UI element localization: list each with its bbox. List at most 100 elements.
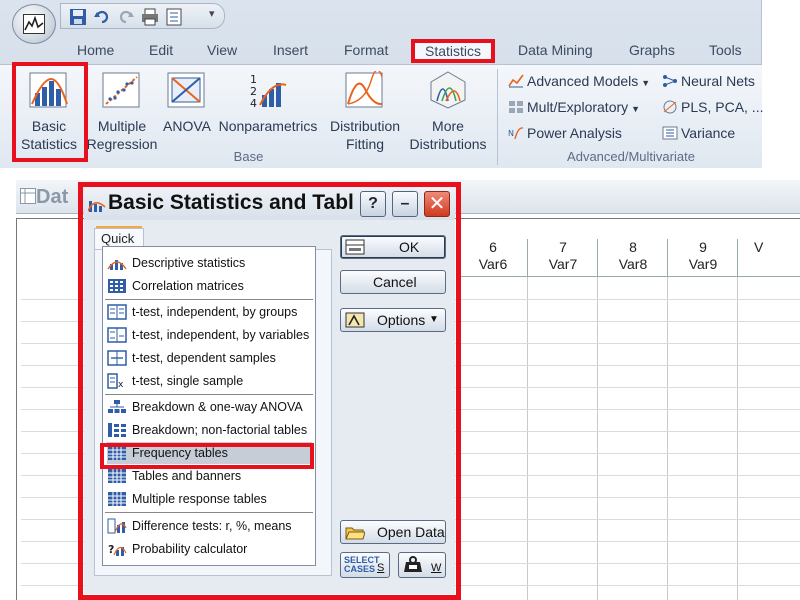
select-cases-line-2: CASES — [344, 564, 376, 574]
list-item-probability-calculator[interactable]: ? Probability calculator — [107, 538, 312, 560]
column-header[interactable]: V — [737, 239, 800, 277]
column-number: 6 — [489, 239, 497, 255]
list-item-label: Difference tests: r, %, means — [132, 519, 292, 533]
dialog-app-icon — [88, 201, 106, 212]
options-icon — [345, 312, 365, 328]
difference-tests-icon — [107, 518, 127, 534]
dialog-title-bar[interactable]: Basic Statistics and Tabl ? – ✕ — [84, 188, 455, 220]
svg-text:N: N — [508, 129, 514, 138]
basic-statistics-dialog: Basic Statistics and Tabl ? – ✕ Quick De… — [84, 188, 455, 594]
options-label: Options — [377, 312, 426, 328]
list-item-ttest-dependent[interactable]: t-test, dependent samples — [107, 347, 312, 369]
tab-data-mining[interactable]: Data Mining — [518, 42, 593, 58]
column-header[interactable]: 9 Var9 — [667, 239, 738, 277]
power-analysis-label: Power Analysis — [527, 125, 622, 141]
power-analysis-button[interactable]: N Power Analysis — [508, 125, 622, 141]
list-item-correlation-matrices[interactable]: Correlation matrices — [107, 275, 312, 297]
correlation-matrices-icon — [108, 279, 126, 293]
list-item-label: t-test, dependent samples — [132, 351, 276, 365]
nonparametrics-button[interactable]: 1 2 4 Nonparametrics — [214, 71, 322, 135]
breakdown-anova-icon — [108, 400, 126, 413]
tab-insert[interactable]: Insert — [273, 42, 308, 58]
list-item-breakdown-anova[interactable]: Breakdown & one-way ANOVA — [107, 396, 312, 418]
descriptive-statistics-icon — [107, 260, 127, 270]
open-data-button[interactable]: Open Data — [340, 520, 446, 544]
pls-pca-button[interactable]: PLS, PCA, ... — [662, 99, 763, 115]
svg-text:?: ? — [108, 543, 114, 556]
mult-exploratory-button[interactable]: Mult/Exploratory ▼ — [508, 99, 640, 115]
help-button[interactable]: ? — [360, 191, 386, 217]
list-item-ttest-variables[interactable]: t-test, independent, by variables — [107, 324, 312, 346]
tab-view[interactable]: View — [207, 42, 237, 58]
tab-statistics[interactable]: Statistics — [411, 39, 495, 63]
print-icon[interactable] — [141, 8, 159, 26]
spreadsheet-title: Dat — [20, 186, 68, 209]
anova-button[interactable]: ANOVA — [162, 71, 212, 135]
save-icon[interactable] — [69, 8, 87, 26]
column-name: Var8 — [618, 256, 648, 272]
help-icon: ? — [368, 195, 378, 212]
redo-icon[interactable] — [117, 8, 135, 26]
ok-label: OK — [399, 239, 420, 255]
column-number: 8 — [629, 239, 637, 255]
power-analysis-icon: N — [508, 127, 524, 140]
variance-label: Variance — [681, 125, 736, 141]
minimize-button[interactable]: – — [392, 191, 418, 217]
qat-customize-icon[interactable]: ▾ — [209, 7, 215, 20]
pls-pca-icon — [663, 100, 677, 114]
more-distributions-button[interactable]: More Distributions — [404, 71, 492, 153]
ttest-groups-icon — [107, 304, 127, 320]
undo-icon[interactable] — [93, 8, 111, 26]
cancel-button[interactable]: Cancel — [340, 270, 446, 294]
tab-graphs[interactable]: Graphs — [629, 42, 675, 58]
list-item-difference-tests[interactable]: Difference tests: r, %, means — [107, 515, 312, 537]
list-item-ttest-groups[interactable]: t-test, independent, by groups — [107, 301, 312, 323]
properties-icon[interactable] — [165, 8, 183, 26]
ok-button[interactable]: OK — [340, 235, 446, 259]
mult-exploratory-label: Mult/Exploratory — [527, 99, 629, 115]
variance-button[interactable]: Variance — [662, 125, 735, 141]
select-cases-key: S — [377, 562, 385, 574]
neural-nets-icon — [663, 75, 677, 87]
ttest-single-icon: x — [107, 373, 124, 389]
neural-nets-label: Neural Nets — [681, 73, 755, 89]
list-item-label: Multiple response tables — [132, 492, 267, 506]
tab-home[interactable]: Home — [77, 42, 114, 58]
column-header[interactable]: 8 Var8 — [597, 239, 668, 277]
options-button[interactable]: Options ▼ — [340, 308, 446, 332]
list-item-label: Descriptive statistics — [132, 256, 246, 270]
list-item-label: Breakdown; non-factorial tables — [132, 423, 308, 437]
list-item-descriptive-statistics[interactable]: Descriptive statistics — [107, 252, 312, 274]
close-button[interactable]: ✕ — [424, 191, 450, 217]
grid-line — [527, 277, 528, 600]
pls-pca-label: PLS, PCA, ... — [681, 99, 764, 115]
grid-line — [737, 277, 738, 600]
multiple-regression-button[interactable]: Multiple Regression — [86, 71, 158, 153]
open-folder-icon — [345, 527, 365, 540]
list-item-label: t-test, independent, by groups — [132, 305, 298, 319]
list-item-breakdown-nonfactorial[interactable]: Breakdown; non-factorial tables — [107, 419, 312, 441]
tab-format[interactable]: Format — [344, 42, 388, 58]
ribbon-tabs: Home Edit View Insert Format Statistics … — [0, 36, 762, 64]
advanced-models-button[interactable]: Advanced Models ▼ — [508, 73, 650, 89]
neural-nets-button[interactable]: Neural Nets — [662, 73, 755, 89]
column-header[interactable]: 6 Var6 — [457, 239, 528, 277]
tab-edit[interactable]: Edit — [149, 42, 173, 58]
dropdown-arrow-icon: ▼ — [429, 314, 439, 325]
dialog-title: Basic Statistics and Tabl — [108, 191, 354, 214]
quick-access-toolbar: ▾ — [60, 3, 225, 29]
minimize-icon: – — [400, 195, 410, 212]
dropdown-arrow-icon: ▼ — [641, 78, 651, 88]
select-cases-button[interactable]: SELECT CASES S — [340, 552, 390, 578]
weight-button[interactable]: W — [398, 552, 446, 578]
list-item-ttest-single[interactable]: x t-test, single sample — [107, 370, 312, 392]
distribution-fitting-label-1: Distribution — [329, 118, 401, 134]
multiple-regression-icon — [102, 72, 140, 108]
distribution-fitting-button[interactable]: Distribution Fitting — [326, 69, 404, 153]
column-header[interactable]: 7 Var7 — [527, 239, 598, 277]
open-data-label: Open Data — [377, 524, 445, 540]
list-separator — [105, 512, 313, 513]
probability-calculator-icon: ? — [108, 543, 127, 556]
list-item-multiple-response[interactable]: Multiple response tables — [107, 488, 312, 510]
tab-tools[interactable]: Tools — [709, 42, 742, 58]
